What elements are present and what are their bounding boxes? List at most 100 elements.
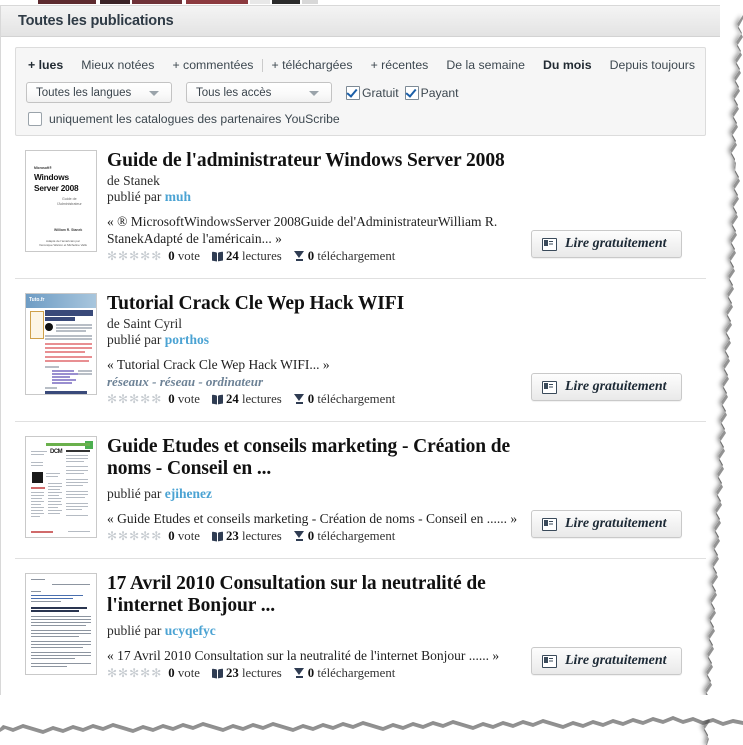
read-free-button[interactable]: Lire gratuitement [531,647,682,675]
read-label: lectures [241,392,282,406]
read-free-button-label: Lire gratuitement [565,379,667,394]
rating-stars-icon[interactable]: ✻✻✻✻✻ [107,666,162,681]
access-select[interactable]: Tous les accès [186,82,332,103]
read-number: 23 [225,666,239,680]
download-label: téléchargement [317,392,396,406]
thumb-title-line2: Server 2008 [34,183,79,193]
read-label: lectures [241,666,282,680]
checkmark-icon [346,85,360,100]
thumb-icon-blob [45,323,53,331]
result-item: 17 Avril 2010 Consultation sur la neutra… [15,558,706,695]
thumb-logo-text: DCM [50,449,63,455]
page-title: Toutes les publications [18,13,174,29]
read-free-button[interactable]: Lire gratuitement [531,373,682,401]
result-publisher-link[interactable]: porthos [165,332,209,347]
sort-option-plus-commentees[interactable]: + commentées [172,58,253,72]
checkbox-payant[interactable]: Payant [404,85,459,100]
read-count: 23 lectures [212,666,282,681]
sort-option-du-mois[interactable]: Du mois [543,58,592,72]
result-publisher-link[interactable]: ejihenez [165,486,212,501]
result-publisher-link[interactable]: ucyqefyc [165,623,216,638]
sort-option-plus-lues[interactable]: + lues [28,58,63,72]
thumb-brand-text: Microsoft® [34,166,52,170]
sort-option-plus-telechargees[interactable]: + téléchargées [272,58,353,72]
download-count: 0 téléchargement [293,249,396,264]
language-select-value: Toutes les langues [36,86,132,99]
result-publisher-line: publié par ejihenez [107,486,521,502]
sort-option-de-la-semaine[interactable]: De la semaine [446,58,525,72]
result-author: de Saint Cyril [107,316,182,331]
read-free-button-label: Lire gratuitement [565,236,667,251]
thumb-logo-text: Tuto.fr [29,297,45,303]
result-item: DCM Guide Etudes et conseils marketing -… [15,421,706,558]
read-free-button-label: Lire gratuitement [565,653,667,668]
read-free-button[interactable]: Lire gratuitement [531,510,682,538]
result-item: Microsoft® Windows Server 2008 Guide de l… [15,136,706,278]
vote-count: 0 vote [168,529,200,544]
sort-bar: + lues Mieux notées + commentées + téléc… [26,56,695,73]
book-icon [212,395,223,404]
result-title-link[interactable]: Tutorial Crack Cle Wep Hack WIFI [107,293,404,314]
rating-stars-icon[interactable]: ✻✻✻✻✻ [107,529,162,544]
sort-option-depuis-toujours[interactable]: Depuis toujours [610,58,695,72]
vote-label: vote [177,249,200,263]
thumb-footer: Adapté de l'américain par Véronique Wario… [39,239,87,247]
rating-stars-icon[interactable]: ✻✻✻✻✻ [107,249,162,264]
vote-count: 0 vote [168,249,200,264]
vote-label: vote [177,666,200,680]
published-by-label: publié par [107,189,162,204]
filter-panel: + lues Mieux notées + commentées + téléc… [15,47,706,136]
published-by-label: publié par [107,486,162,501]
checkbox-gratuit[interactable]: Gratuit [346,85,399,100]
result-stats: ✻✻✻✻✻ 0 vote 24 lectures 0 téléchargemen… [107,392,521,407]
read-count: 23 lectures [212,529,282,544]
book-icon [212,252,223,261]
reader-icon [542,237,557,251]
result-description: « ® MicrosoftWindowsServer 2008Guide del… [107,214,498,246]
result-tags[interactable]: réseaux - réseau - ordinateur [107,374,521,390]
thumbnail-cell: Tuto.fr [15,293,107,407]
result-description: « Tutorial Crack Cle Wep Hack WIFI... » [107,357,330,372]
download-icon [293,668,305,678]
sort-option-plus-recentes[interactable]: + récentes [371,58,429,72]
thumbnail-cell [15,573,107,681]
result-title[interactable]: Guide de l'administrateur Windows Server… [107,150,521,172]
download-number: 0 [307,666,315,680]
result-title-link[interactable]: Guide Etudes et conseils marketing - Cré… [107,436,510,479]
sort-option-mieux-notees[interactable]: Mieux notées [81,58,154,72]
language-select[interactable]: Toutes les langues [26,82,172,103]
result-stats: ✻✻✻✻✻ 0 vote 24 lectures 0 téléchargemen… [107,249,521,264]
download-label: téléchargement [317,666,396,680]
download-icon [293,531,305,541]
book-icon [212,532,223,541]
download-number: 0 [307,392,315,406]
vote-number: 0 [168,666,175,680]
vote-number: 0 [168,529,175,543]
result-title-link[interactable]: Guide de l'administrateur Windows Server… [107,150,505,171]
checkmark-icon [404,85,419,100]
result-stats: ✻✻✻✻✻ 0 vote 23 lectures 0 téléchargemen… [107,666,521,681]
download-label: téléchargement [317,249,396,263]
download-count: 0 téléchargement [293,666,396,681]
result-title-link[interactable]: 17 Avril 2010 Consultation sur la neutra… [107,573,486,616]
read-free-button[interactable]: Lire gratuitement [531,230,682,258]
download-number: 0 [307,529,315,543]
publication-thumbnail[interactable]: Tuto.fr [25,293,97,395]
download-count: 0 téléchargement [293,392,396,407]
publication-thumbnail[interactable] [25,573,97,675]
publication-thumbnail[interactable]: DCM [25,436,97,538]
result-title[interactable]: Tutorial Crack Cle Wep Hack WIFI [107,293,521,315]
checkbox-payant-label: Payant [420,85,459,100]
result-publisher-link[interactable]: muh [165,189,191,204]
thumb-author: William R. Stanek [54,228,83,232]
result-author: de Stanek [107,173,160,188]
checkbox-partners[interactable]: uniquement les catalogues des partenaire… [26,112,695,126]
result-publisher-line: publié par ucyqefyc [107,623,521,639]
publication-thumbnail[interactable]: Microsoft® Windows Server 2008 Guide de l… [25,150,97,252]
rating-stars-icon[interactable]: ✻✻✻✻✻ [107,392,162,407]
result-title[interactable]: 17 Avril 2010 Consultation sur la neutra… [107,573,521,617]
published-by-label: publié par [107,623,162,638]
result-title[interactable]: Guide Etudes et conseils marketing - Cré… [107,436,521,480]
reader-icon [542,380,557,394]
results-list: Microsoft® Windows Server 2008 Guide de l… [1,136,720,695]
